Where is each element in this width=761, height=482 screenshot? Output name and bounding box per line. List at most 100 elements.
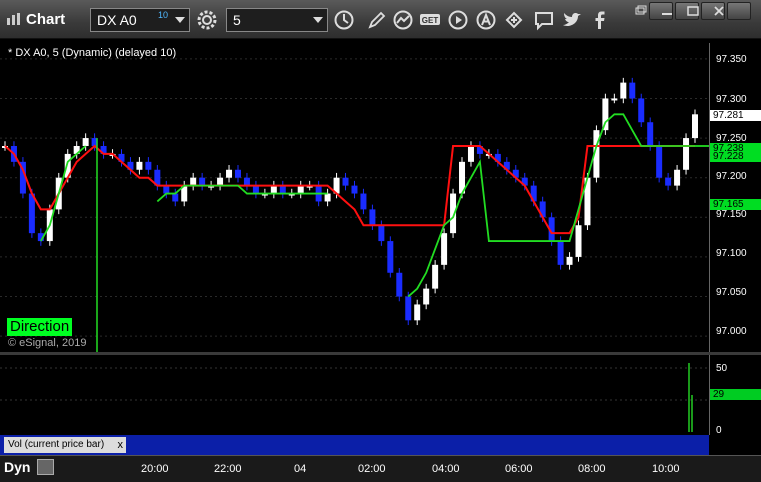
volume-axis[interactable]: 50 29 0 xyxy=(709,355,761,436)
comment-icon[interactable] xyxy=(533,9,555,31)
time-tick: 10:00 xyxy=(652,463,680,475)
red-trend-line xyxy=(4,144,695,235)
candle xyxy=(665,177,672,186)
window-controls xyxy=(647,2,757,20)
candle xyxy=(611,98,618,101)
facebook-icon[interactable] xyxy=(589,9,611,31)
clock-icon[interactable] xyxy=(333,9,355,31)
last-price-tag: 97.281 xyxy=(710,110,761,121)
price-tick: 97.300 xyxy=(716,94,747,105)
price-tick: 97.000 xyxy=(716,326,747,337)
candle xyxy=(467,146,474,162)
interval-input[interactable]: 5 xyxy=(226,8,328,32)
symbol-superscript: 10 xyxy=(158,10,169,20)
restore-button[interactable] xyxy=(649,2,673,20)
study-label: * DX A0, 5 (Dynamic) (delayed 10) xyxy=(8,47,177,59)
candle xyxy=(270,185,277,194)
candle xyxy=(441,233,448,265)
price-tick: 97.150 xyxy=(716,209,747,220)
twitter-icon[interactable] xyxy=(561,9,583,31)
link-icon[interactable] xyxy=(503,9,525,31)
volume-chart[interactable] xyxy=(0,355,709,435)
candle xyxy=(656,146,663,178)
maximize-button[interactable] xyxy=(701,2,725,20)
candle xyxy=(217,177,224,186)
pencil-icon[interactable] xyxy=(366,9,388,31)
direction-badge: Direction xyxy=(7,318,73,336)
candle xyxy=(199,177,206,186)
svg-text:GET: GET xyxy=(422,16,439,25)
candle xyxy=(575,225,582,257)
get-icon[interactable]: GET xyxy=(419,9,441,31)
candle xyxy=(243,177,250,186)
time-tick: 06:00 xyxy=(505,463,533,475)
time-tick: 20:00 xyxy=(141,463,169,475)
candle xyxy=(638,98,645,123)
volume-legend[interactable]: Vol (current price bar) x xyxy=(4,437,126,453)
symbol-value: DX A0 xyxy=(97,12,137,28)
trend-price-tag: 97.165 xyxy=(710,199,761,210)
price-tick: 97.100 xyxy=(716,248,747,259)
gear-icon[interactable] xyxy=(196,9,218,31)
candle xyxy=(190,177,197,186)
time-tick: 22:00 xyxy=(214,463,242,475)
price-tick: 97.350 xyxy=(716,54,747,65)
candle xyxy=(683,138,690,170)
volume-legend-label: Vol (current price bar) xyxy=(8,439,105,450)
volume-tag: 29 xyxy=(710,389,761,400)
candle xyxy=(423,288,430,305)
symbol-input[interactable]: DX A0 10 xyxy=(90,8,190,32)
alert-icon[interactable] xyxy=(475,9,497,31)
candle xyxy=(414,304,421,321)
candle xyxy=(369,209,376,226)
trend-price-tag: 97.228 xyxy=(710,151,761,162)
indicator-icon[interactable] xyxy=(392,9,414,31)
candle xyxy=(647,122,654,146)
candle xyxy=(387,241,394,273)
candle xyxy=(279,185,286,194)
time-tick: 02:00 xyxy=(358,463,386,475)
candle xyxy=(566,256,573,265)
candle xyxy=(163,185,170,194)
candle xyxy=(557,241,564,265)
pane-name: Dyn xyxy=(4,459,31,475)
price-axis[interactable]: 97.350 97.300 97.250 97.200 97.150 97.10… xyxy=(709,43,761,352)
price-tick: 97.200 xyxy=(716,171,747,182)
candle xyxy=(28,193,35,234)
candle xyxy=(674,169,681,186)
time-tick: 04 xyxy=(294,463,307,475)
candle xyxy=(234,169,241,178)
chevron-down-icon[interactable] xyxy=(313,17,323,23)
candle xyxy=(360,193,367,210)
candle xyxy=(324,193,331,202)
lock-icon[interactable] xyxy=(37,459,54,475)
close-button[interactable] xyxy=(727,2,751,20)
price-chart[interactable] xyxy=(0,43,709,352)
candle xyxy=(692,114,698,139)
candle xyxy=(145,161,152,170)
candle xyxy=(252,185,259,194)
price-tick: 97.050 xyxy=(716,287,747,298)
chevron-down-icon[interactable] xyxy=(175,17,185,23)
candle xyxy=(378,225,385,242)
candle xyxy=(342,177,349,186)
candle xyxy=(396,272,403,297)
interval-value: 5 xyxy=(233,12,241,28)
volume-tick: 50 xyxy=(716,363,728,374)
app-title: Chart xyxy=(26,11,66,28)
candle xyxy=(172,193,179,202)
play-icon[interactable] xyxy=(447,9,469,31)
candle xyxy=(405,296,412,321)
candle xyxy=(297,185,304,194)
candle xyxy=(629,82,636,99)
time-tick: 08:00 xyxy=(578,463,606,475)
candle xyxy=(620,82,627,99)
candle xyxy=(82,138,89,146)
chart-app-icon xyxy=(7,13,20,25)
volume-tick: 0 xyxy=(716,425,722,436)
candle xyxy=(136,161,143,170)
candle xyxy=(432,264,439,289)
close-icon[interactable]: x xyxy=(118,437,124,453)
candle xyxy=(226,169,233,178)
minimize-button[interactable] xyxy=(675,2,699,20)
